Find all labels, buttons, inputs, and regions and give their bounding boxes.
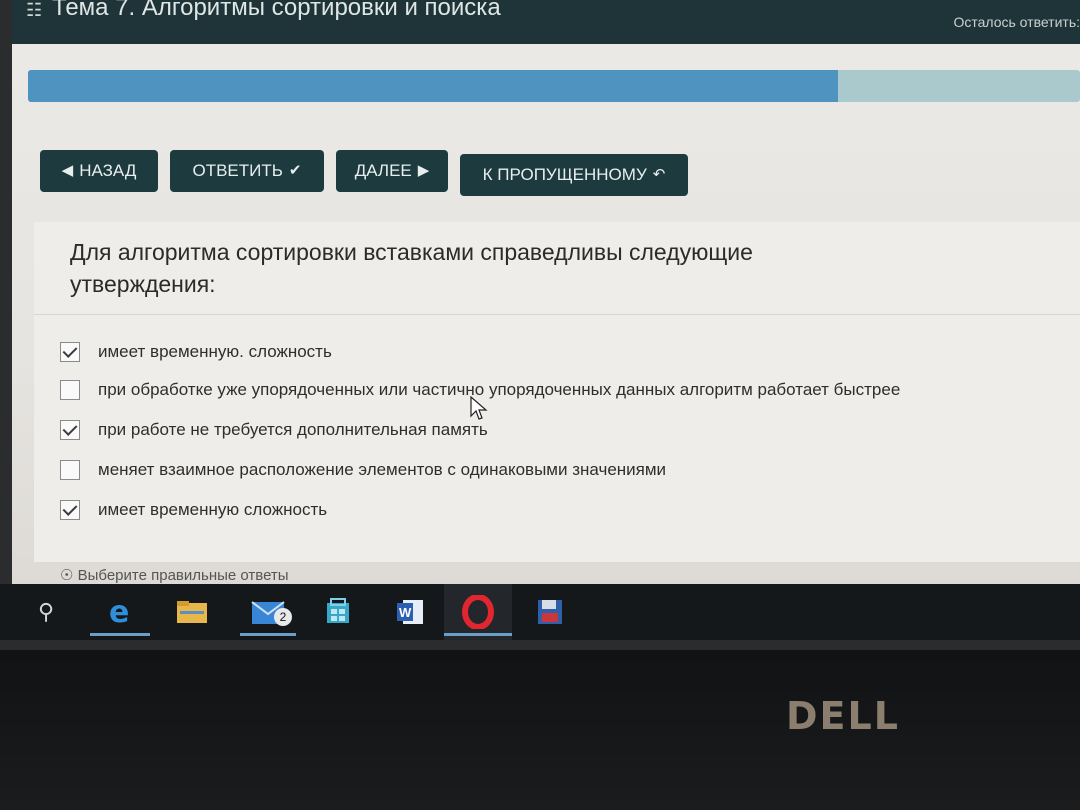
question-text: Для алгоритма сортировки вставками справ… [70,239,753,297]
save-icon[interactable] [530,584,570,640]
answer-option-label: имеет временную. сложность [98,342,332,361]
opera-icon[interactable] [444,584,512,640]
answer-checkbox[interactable] [60,420,80,440]
answer-option-label: при работе не требуется дополнительная п… [98,420,488,439]
answer-option[interactable]: при работе не требуется дополнительная п… [60,418,488,442]
svg-text:e: e [109,597,129,627]
svg-text:W: W [399,605,412,620]
lightbulb-icon: ☉ [60,567,74,584]
answer-button-label: ОТВЕТИТЬ [192,161,283,180]
page-title: Тема 7. Алгоритмы сортировки и поиска [52,0,501,21]
answer-option[interactable]: меняет взаимное расположение элементов с… [60,458,666,482]
next-button-label: ДАЛЕЕ [354,161,412,180]
back-button-label: НАЗАД [79,161,137,180]
circle-arrow-left-icon: ◀ [61,162,74,179]
hint-text: ☉ Выберите правильные ответы [60,566,289,584]
edge-icon[interactable]: e [90,584,150,640]
monitor-bezel [0,650,1080,810]
taskbar: ⚲ e 2 W [0,584,1080,640]
active-indicator [444,633,512,636]
book-icon: ☷ [26,0,43,20]
active-indicator [240,633,296,636]
word-icon[interactable]: W [390,584,430,640]
checkmark-icon: ✔ [288,162,302,179]
test-header: ☷ Тема 7. Алгоритмы сортировки и поиска … [12,0,1080,44]
divider [34,314,1080,315]
progress-bar [28,70,1080,102]
circle-arrow-right-icon: ▶ [417,162,430,179]
store-icon[interactable] [318,584,358,640]
dell-logo: DELL [786,694,900,738]
test-page: ☷ Тема 7. Алгоритмы сортировки и поиска … [12,0,1080,590]
answer-checkbox[interactable] [60,500,80,520]
file-explorer-icon[interactable] [168,584,216,640]
monitor-screen: ☷ Тема 7. Алгоритмы сортировки и поиска … [0,0,1080,650]
mail-badge: 2 [274,608,292,626]
next-button[interactable]: ДАЛЕЕ ▶ [336,150,448,192]
question-card: Для алгоритма сортировки вставками справ… [34,222,1080,562]
answer-option-label: меняет взаимное расположение элементов с… [98,460,667,479]
hint-label: Выберите правильные ответы [77,567,289,584]
remaining-counter: Осталось ответить: [953,14,1080,30]
reply-arrow-icon: ↶ [652,166,666,183]
answer-option[interactable]: имеет временную. сложность [60,340,332,364]
answer-option-label: при обработке уже упорядоченных или част… [98,380,901,399]
answer-button[interactable]: ОТВЕТИТЬ ✔ [170,150,324,192]
progress-fill [28,70,839,102]
answer-checkbox[interactable] [60,460,80,480]
back-button[interactable]: ◀ НАЗАД [40,150,158,192]
active-indicator [90,633,150,636]
skipped-button-label: К ПРОПУЩЕННОМУ [482,165,647,184]
skipped-button[interactable]: К ПРОПУЩЕННОМУ ↶ [460,154,688,196]
mail-icon[interactable]: 2 [240,584,296,640]
search-icon[interactable]: ⚲ [28,584,64,640]
answer-option[interactable]: имеет временную сложность [60,498,327,522]
answer-checkbox[interactable] [60,380,80,400]
answer-option-label: имеет временную сложность [98,500,328,519]
mouse-cursor-icon [470,396,488,420]
answer-checkbox[interactable] [60,342,80,362]
